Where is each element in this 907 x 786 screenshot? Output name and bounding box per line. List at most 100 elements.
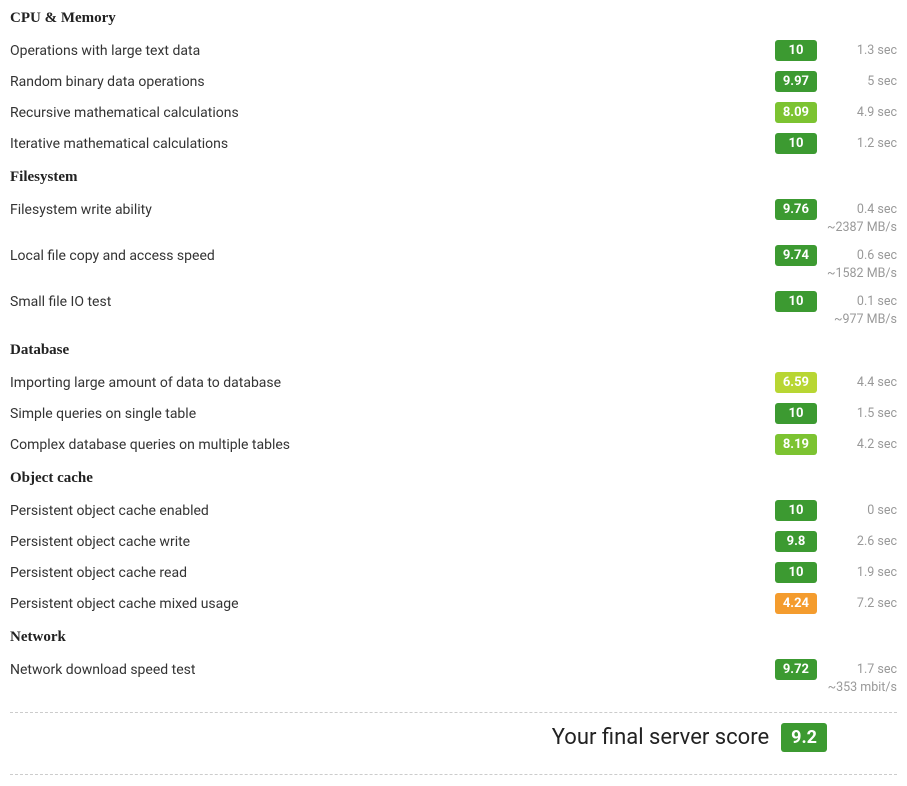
test-result: 10 1.3 sec bbox=[775, 40, 897, 61]
test-row: Recursive mathematical calculations8.09 4… bbox=[10, 97, 897, 128]
timing-cell: 2.6 sec bbox=[827, 531, 897, 549]
test-label: Small file IO test bbox=[10, 291, 775, 310]
section-title: Object cache bbox=[10, 470, 897, 487]
test-label: Filesystem write ability bbox=[10, 199, 775, 218]
section-title: Database bbox=[10, 342, 897, 359]
test-result: 10 0.1 sec ~977 MB/s bbox=[775, 291, 897, 327]
test-label: Recursive mathematical calculations bbox=[10, 102, 775, 121]
test-label: Local file copy and access speed bbox=[10, 245, 775, 264]
score-badge: 8.09 bbox=[775, 102, 817, 123]
timing-subvalue: ~353 mbit/s bbox=[827, 680, 897, 695]
section-title: Network bbox=[10, 629, 897, 646]
test-label: Persistent object cache mixed usage bbox=[10, 593, 775, 612]
test-row: Importing large amount of data to databa… bbox=[10, 367, 897, 398]
timing-value: 4.2 sec bbox=[827, 437, 897, 452]
test-row: Persistent object cache mixed usage4.24 7… bbox=[10, 588, 897, 619]
section-title: Filesystem bbox=[10, 169, 897, 186]
test-row: Simple queries on single table10 1.5 sec bbox=[10, 398, 897, 429]
test-label: Persistent object cache enabled bbox=[10, 500, 775, 519]
test-result: 4.24 7.2 sec bbox=[775, 593, 897, 614]
score-badge: 10 bbox=[775, 500, 817, 521]
timing-cell: 1.7 sec ~353 mbit/s bbox=[827, 659, 897, 695]
timing-value: 0.1 sec bbox=[827, 294, 897, 309]
timing-cell: 4.2 sec bbox=[827, 434, 897, 452]
timing-value: 4.4 sec bbox=[827, 375, 897, 390]
timing-cell: 7.2 sec bbox=[827, 593, 897, 611]
test-row: Persistent object cache write9.8 2.6 sec bbox=[10, 526, 897, 557]
test-result: 8.19 4.2 sec bbox=[775, 434, 897, 455]
test-result: 10 0 sec bbox=[775, 500, 897, 521]
test-row: Local file copy and access speed9.74 0.6 … bbox=[10, 240, 897, 286]
test-row: Operations with large text data10 1.3 sec bbox=[10, 35, 897, 66]
test-row: Small file IO test10 0.1 sec ~977 MB/s bbox=[10, 286, 897, 332]
test-result: 9.97 5 sec bbox=[775, 71, 897, 92]
test-label: Simple queries on single table bbox=[10, 403, 775, 422]
timing-value: 0.4 sec bbox=[827, 202, 897, 217]
timing-cell: 0.6 sec ~1582 MB/s bbox=[827, 245, 897, 281]
final-score-badge: 9.2 bbox=[781, 723, 827, 752]
divider bbox=[10, 774, 897, 775]
section-title: CPU & Memory bbox=[10, 10, 897, 27]
test-result: 10 1.9 sec bbox=[775, 562, 897, 583]
score-badge: 9.97 bbox=[775, 71, 817, 92]
timing-value: 0 sec bbox=[827, 503, 897, 518]
score-badge: 10 bbox=[775, 403, 817, 424]
timing-value: 1.7 sec bbox=[827, 662, 897, 677]
timing-cell: 0.4 sec ~2387 MB/s bbox=[827, 199, 897, 235]
score-badge: 8.19 bbox=[775, 434, 817, 455]
test-result: 6.59 4.4 sec bbox=[775, 372, 897, 393]
score-badge: 9.8 bbox=[775, 531, 817, 552]
timing-value: 0.6 sec bbox=[827, 248, 897, 263]
test-result: 10 1.2 sec bbox=[775, 133, 897, 154]
test-result: 8.09 4.9 sec bbox=[775, 102, 897, 123]
score-badge: 10 bbox=[775, 291, 817, 312]
timing-cell: 0.1 sec ~977 MB/s bbox=[827, 291, 897, 327]
score-badge: 4.24 bbox=[775, 593, 817, 614]
score-badge: 9.74 bbox=[775, 245, 817, 266]
timing-cell: 0 sec bbox=[827, 500, 897, 518]
test-label: Complex database queries on multiple tab… bbox=[10, 434, 775, 453]
final-score-label: Your final server score bbox=[552, 725, 769, 750]
test-row: Iterative mathematical calculations10 1.2… bbox=[10, 128, 897, 159]
timing-cell: 1.2 sec bbox=[827, 133, 897, 151]
timing-cell: 1.9 sec bbox=[827, 562, 897, 580]
test-result: 9.72 1.7 sec ~353 mbit/s bbox=[775, 659, 897, 695]
timing-value: 2.6 sec bbox=[827, 534, 897, 549]
score-badge: 10 bbox=[775, 562, 817, 583]
test-row: Network download speed test9.72 1.7 sec ~3… bbox=[10, 654, 897, 700]
test-result: 10 1.5 sec bbox=[775, 403, 897, 424]
test-row: Random binary data operations9.97 5 sec bbox=[10, 66, 897, 97]
timing-subvalue: ~977 MB/s bbox=[827, 312, 897, 327]
timing-value: 1.5 sec bbox=[827, 406, 897, 421]
timing-value: 1.3 sec bbox=[827, 43, 897, 58]
test-label: Operations with large text data bbox=[10, 40, 775, 59]
test-label: Random binary data operations bbox=[10, 71, 775, 90]
timing-subvalue: ~1582 MB/s bbox=[827, 266, 897, 281]
test-row: Complex database queries on multiple tab… bbox=[10, 429, 897, 460]
timing-cell: 1.5 sec bbox=[827, 403, 897, 421]
score-badge: 10 bbox=[775, 133, 817, 154]
final-score-row: Your final server score 9.2 bbox=[10, 713, 897, 762]
timing-value: 4.9 sec bbox=[827, 105, 897, 120]
score-badge: 9.72 bbox=[775, 659, 817, 680]
timing-value: 5 sec bbox=[827, 74, 897, 89]
timing-value: 1.9 sec bbox=[827, 565, 897, 580]
timing-cell: 5 sec bbox=[827, 71, 897, 89]
test-result: 9.760.4 sec~2387 MB/s bbox=[775, 199, 897, 235]
timing-subvalue: ~2387 MB/s bbox=[827, 220, 897, 235]
test-label: Iterative mathematical calculations bbox=[10, 133, 775, 152]
timing-cell: 4.9 sec bbox=[827, 102, 897, 120]
test-label: Network download speed test bbox=[10, 659, 775, 678]
timing-value: 1.2 sec bbox=[827, 136, 897, 151]
benchmark-results: CPU & Memory Operations with large text d… bbox=[10, 10, 897, 775]
test-label: Persistent object cache write bbox=[10, 531, 775, 550]
timing-cell: 1.3 sec bbox=[827, 40, 897, 58]
score-badge: 10 bbox=[775, 40, 817, 61]
timing-value: 7.2 sec bbox=[827, 596, 897, 611]
test-label: Persistent object cache read bbox=[10, 562, 775, 581]
test-row: Persistent object cache read10 1.9 sec bbox=[10, 557, 897, 588]
test-label: Importing large amount of data to databa… bbox=[10, 372, 775, 391]
test-row: Filesystem write ability9.760.4 sec~2387… bbox=[10, 194, 897, 240]
timing-cell: 4.4 sec bbox=[827, 372, 897, 390]
score-badge: 6.59 bbox=[775, 372, 817, 393]
